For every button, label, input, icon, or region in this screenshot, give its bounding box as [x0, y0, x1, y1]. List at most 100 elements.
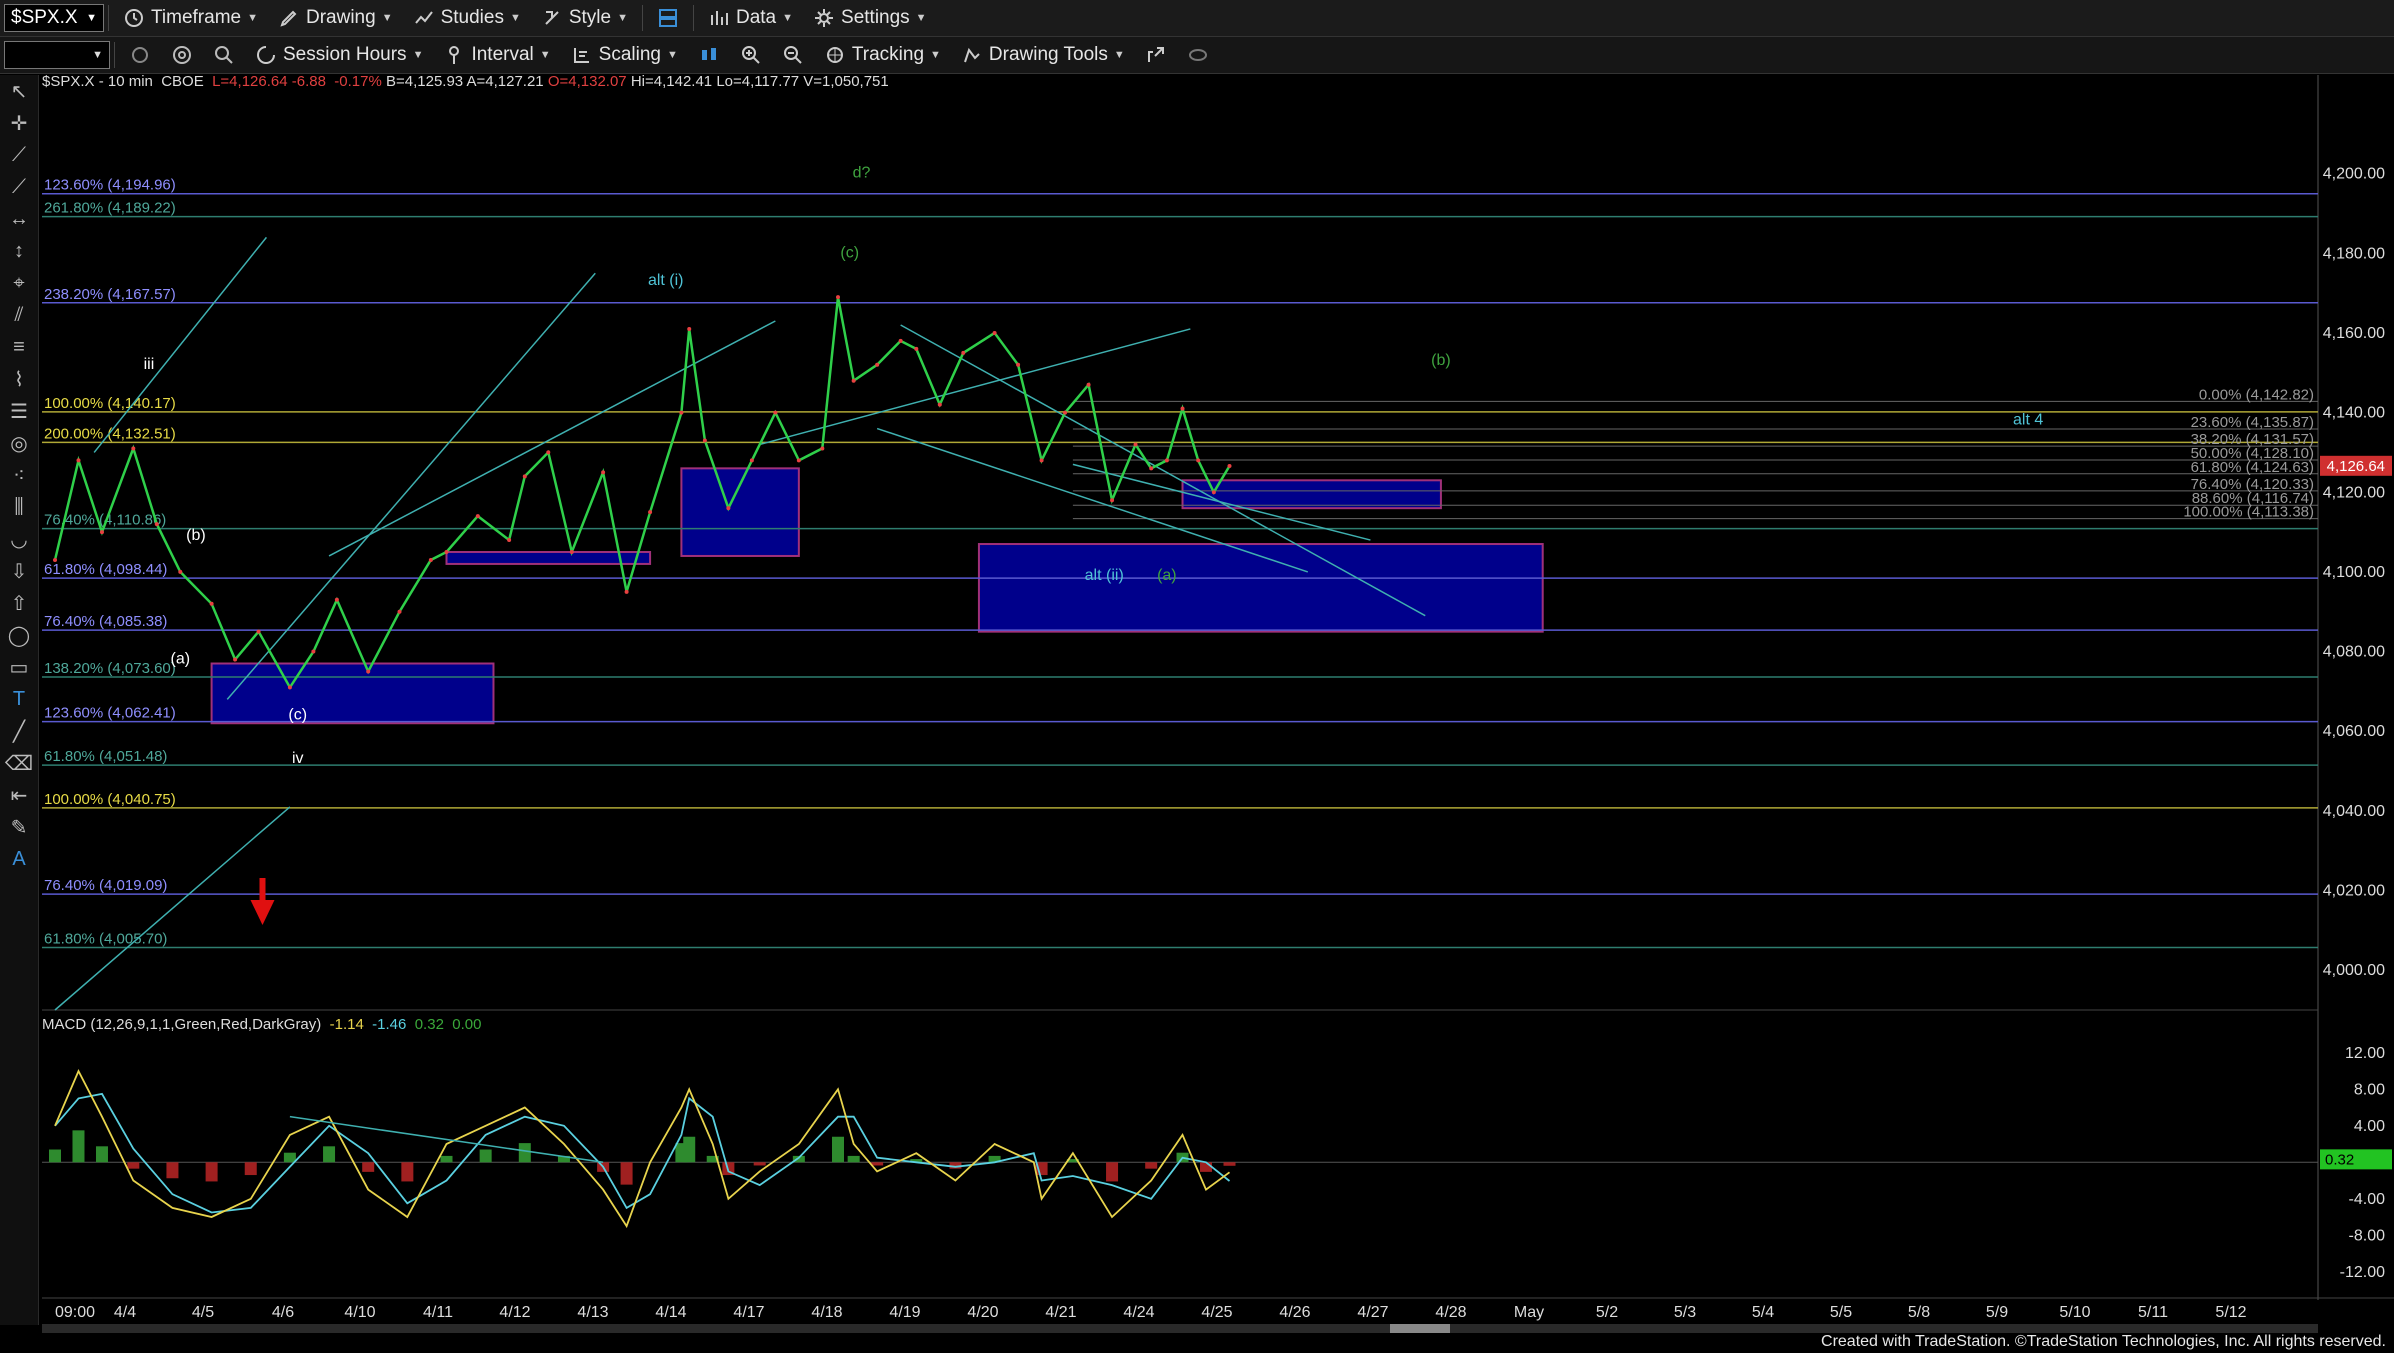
price-point: [687, 326, 692, 331]
macd-histogram-bar: [323, 1146, 336, 1163]
time-tick-label: 5/9: [1986, 1304, 2008, 1321]
wave-label: alt 4: [2013, 412, 2043, 429]
price-tick-label: 4,180.00: [2323, 245, 2385, 262]
time-tick-label: 4/13: [577, 1304, 608, 1321]
macd-histogram-bar: [832, 1136, 844, 1163]
scrollbar-thumb[interactable]: [1390, 1324, 1450, 1333]
price-point: [851, 378, 856, 383]
time-tick-label: 4/11: [423, 1304, 453, 1321]
price-point: [1149, 466, 1154, 471]
time-tick-label: 4/17: [733, 1304, 764, 1321]
macd-histogram-bar: [362, 1162, 375, 1172]
price-point: [1016, 362, 1021, 367]
price-point: [154, 522, 159, 527]
fib-level-label: 238.20% (4,167.57): [44, 286, 176, 303]
time-tick-label: 4/26: [1279, 1304, 1310, 1321]
macd-histogram-bar: [95, 1146, 108, 1163]
time-tick-label: 5/2: [1596, 1304, 1618, 1321]
price-point: [836, 295, 840, 300]
wave-label: (a): [170, 651, 190, 668]
price-point: [992, 330, 997, 335]
right-fib-label: 0.00% (4,142.82): [2199, 386, 2314, 403]
price-point: [256, 629, 261, 634]
macd-value-tag-label: 0.32: [2325, 1151, 2354, 1168]
time-tick-label: 5/4: [1752, 1304, 1774, 1321]
fib-level-label: 100.00% (4,140.17): [44, 395, 176, 412]
macd-histogram-bar: [440, 1155, 453, 1163]
price-point: [1164, 458, 1169, 463]
macd-histogram-bar: [1145, 1162, 1158, 1169]
wave-label: iv: [292, 750, 304, 767]
price-point: [311, 649, 316, 654]
macd-tick-label: 4.00: [2354, 1118, 2385, 1135]
fib-level-label: 61.80% (4,005.70): [44, 930, 167, 947]
macd-histogram-bar: [244, 1162, 257, 1176]
target-zone: [210, 662, 495, 725]
horizontal-scrollbar[interactable]: [42, 1324, 2318, 1333]
price-tick-label: 4,080.00: [2323, 644, 2385, 661]
price-point: [1133, 442, 1138, 447]
macd-histogram-bar: [518, 1143, 531, 1163]
price-tick-label: 4,020.00: [2323, 883, 2385, 900]
wave-label: (b): [186, 527, 206, 544]
red-arrow-down-icon: [250, 900, 275, 925]
price-point: [76, 458, 81, 463]
price-point: [875, 362, 880, 367]
price-tick-label: 4,000.00: [2323, 962, 2385, 979]
macd-histogram-bar: [1200, 1162, 1213, 1172]
price-tick-label: 4,100.00: [2323, 564, 2385, 581]
time-tick-label: 4/19: [889, 1304, 920, 1321]
time-tick-label: 4/18: [811, 1304, 842, 1321]
price-point: [428, 557, 433, 562]
macd-histogram-bar: [1106, 1162, 1119, 1182]
macd-histogram-bar: [401, 1162, 414, 1182]
price-point: [1211, 490, 1216, 495]
red-arrow-shaft: [259, 878, 266, 900]
wave-label: d?: [853, 165, 871, 182]
price-point: [1039, 458, 1044, 463]
price-point: [444, 549, 449, 554]
price-point: [99, 530, 104, 535]
fib-level-label: 123.60% (4,062.41): [44, 705, 176, 722]
macd-line: [54, 1068, 1231, 1229]
price-tick-label: 4,060.00: [2323, 723, 2385, 740]
fib-level-label: 261.80% (4,189.22): [44, 200, 176, 217]
time-tick-label: 5/5: [1830, 1304, 1852, 1321]
chart-canvas[interactable]: 123.60% (4,194.96) 261.80% (4,189.22) 238.…: [0, 0, 2394, 1353]
macd-tick-label: -4.00: [2349, 1191, 2386, 1208]
price-point: [624, 589, 629, 594]
price-point: [820, 446, 825, 451]
time-tick-label: 5/12: [2215, 1304, 2246, 1321]
fib-level-label: 100.00% (4,040.75): [44, 791, 176, 808]
fib-level-label: 61.80% (4,051.48): [44, 748, 167, 765]
price-tick-label: 4,120.00: [2323, 484, 2385, 501]
time-tick-label: 4/6: [272, 1304, 294, 1321]
macd-tick-label: 8.00: [2354, 1081, 2385, 1098]
macd-tick-label: 12.00: [2345, 1045, 2385, 1062]
price-point: [131, 446, 136, 451]
wave-label: (b): [1431, 352, 1451, 369]
target-zone: [977, 543, 1544, 633]
price-point: [507, 538, 512, 543]
price-point: [1196, 458, 1201, 463]
price-point: [937, 402, 942, 407]
time-tick-label: 4/28: [1435, 1304, 1466, 1321]
price-point: [178, 569, 183, 574]
right-fib-label: 23.60% (4,135.87): [2191, 414, 2314, 431]
wave-label: (c): [288, 706, 307, 723]
price-point: [961, 350, 966, 355]
price-point: [601, 470, 606, 475]
time-tick-label: 4/12: [499, 1304, 530, 1321]
wave-label: alt (i): [648, 272, 684, 289]
macd-histogram-bar: [127, 1162, 140, 1169]
price-tick-label: 4,200.00: [2323, 166, 2385, 183]
time-tick-label: 4/10: [344, 1304, 375, 1321]
price-point: [1110, 498, 1115, 503]
macd-histogram-bar: [753, 1162, 766, 1166]
macd-tick-label: -12.00: [2340, 1264, 2385, 1281]
macd-histogram-bar: [683, 1136, 696, 1163]
macd-histogram-bar: [72, 1130, 85, 1163]
time-tick-label: 4/25: [1201, 1304, 1232, 1321]
macd-histogram-bar: [166, 1162, 179, 1179]
price-point: [475, 514, 480, 519]
